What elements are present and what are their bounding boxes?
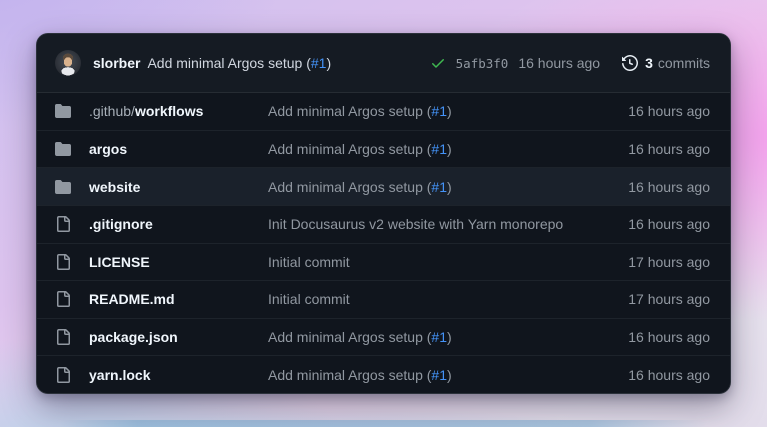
commit-hash[interactable]: 5afb3f0 (456, 56, 509, 71)
repo-file-browser: slorber Add minimal Argos setup (#1) 5af… (36, 33, 731, 394)
commits-count: 3 (645, 55, 653, 71)
file-name-text[interactable]: README.md (89, 291, 175, 307)
dir-name[interactable]: workflows (135, 103, 203, 119)
dir-prefix[interactable]: .github/ (89, 103, 135, 119)
row-msg-text: Initial commit (268, 254, 350, 270)
commits-label: commits (658, 55, 710, 71)
row-time: 16 hours ago (628, 329, 710, 345)
row-msg-close: ) (447, 329, 452, 345)
file-icon (55, 254, 71, 270)
file-icon (55, 329, 71, 345)
row-time: 16 hours ago (628, 367, 710, 383)
row-commit-message: Add minimal Argos setup (#1) (268, 103, 616, 119)
file-name[interactable]: website (89, 179, 268, 195)
row-commit-message: Initial commit (268, 291, 616, 307)
file-name[interactable]: argos (89, 141, 268, 157)
pr-link[interactable]: #1 (431, 179, 447, 195)
history-icon (622, 55, 638, 71)
file-name[interactable]: LICENSE (89, 254, 268, 270)
pr-link[interactable]: #1 (431, 103, 447, 119)
row-msg-close: ) (447, 367, 452, 383)
row-msg-close: ) (447, 141, 452, 157)
commit-message-close: ) (326, 55, 331, 71)
file-name[interactable]: .github/workflows (89, 103, 268, 119)
table-row-license[interactable]: LICENSE Initial commit 17 hours ago (37, 243, 730, 281)
row-msg-close: ) (447, 103, 452, 119)
pr-link[interactable]: #1 (431, 367, 447, 383)
file-table: .github/workflows Add minimal Argos setu… (37, 93, 730, 393)
row-msg-text: Add minimal Argos setup ( (268, 141, 431, 157)
row-time: 17 hours ago (628, 254, 710, 270)
table-row-yarn-lock[interactable]: yarn.lock Add minimal Argos setup (#1) 1… (37, 355, 730, 393)
row-commit-message: Add minimal Argos setup (#1) (268, 367, 616, 383)
file-name-text[interactable]: .gitignore (89, 216, 153, 232)
file-icon (55, 291, 71, 307)
check-icon (430, 55, 446, 71)
commit-message[interactable]: Add minimal Argos setup (#1) (147, 55, 331, 71)
commit-message-text: Add minimal Argos setup ( (147, 55, 310, 71)
pr-link[interactable]: #1 (431, 141, 447, 157)
pr-link[interactable]: #1 (431, 329, 447, 345)
table-row-workflows[interactable]: .github/workflows Add minimal Argos setu… (37, 93, 730, 130)
row-commit-message: Init Docusaurus v2 website with Yarn mon… (268, 216, 616, 232)
table-row-argos[interactable]: argos Add minimal Argos setup (#1) 16 ho… (37, 130, 730, 168)
commit-time: 16 hours ago (518, 55, 600, 71)
file-name-text[interactable]: package.json (89, 329, 178, 345)
row-commit-message: Add minimal Argos setup (#1) (268, 141, 616, 157)
commit-history-link[interactable]: 3 commits (622, 55, 710, 71)
folder-icon (55, 179, 71, 195)
file-name[interactable]: README.md (89, 291, 268, 307)
dir-name[interactable]: argos (89, 141, 127, 157)
dir-name[interactable]: website (89, 179, 140, 195)
row-msg-text: Init Docusaurus v2 website with Yarn mon… (268, 216, 563, 232)
file-name-text[interactable]: LICENSE (89, 254, 150, 270)
row-msg-text: Add minimal Argos setup ( (268, 103, 431, 119)
file-icon (55, 216, 71, 232)
table-row-readme[interactable]: README.md Initial commit 17 hours ago (37, 280, 730, 318)
row-msg-text: Add minimal Argos setup ( (268, 179, 431, 195)
row-time: 16 hours ago (628, 216, 710, 232)
commit-meta: 5afb3f0 16 hours ago 3 commits (430, 55, 710, 71)
table-row-website[interactable]: website Add minimal Argos setup (#1) 16 … (37, 167, 730, 205)
row-commit-message: Add minimal Argos setup (#1) (268, 329, 616, 345)
folder-icon (55, 141, 71, 157)
row-msg-text: Add minimal Argos setup ( (268, 329, 431, 345)
row-commit-message: Initial commit (268, 254, 616, 270)
latest-commit-bar: slorber Add minimal Argos setup (#1) 5af… (37, 34, 730, 93)
row-time: 17 hours ago (628, 291, 710, 307)
author-name[interactable]: slorber (93, 55, 140, 71)
table-row-package-json[interactable]: package.json Add minimal Argos setup (#1… (37, 318, 730, 356)
row-commit-message: Add minimal Argos setup (#1) (268, 179, 616, 195)
pr-link[interactable]: #1 (311, 55, 327, 71)
author-avatar[interactable] (55, 50, 81, 76)
table-row-gitignore[interactable]: .gitignore Init Docusaurus v2 website wi… (37, 205, 730, 243)
row-time: 16 hours ago (628, 179, 710, 195)
file-name-text[interactable]: yarn.lock (89, 367, 150, 383)
file-icon (55, 367, 71, 383)
folder-icon (55, 103, 71, 119)
row-msg-close: ) (447, 179, 452, 195)
row-msg-text: Initial commit (268, 291, 350, 307)
file-name[interactable]: yarn.lock (89, 367, 268, 383)
row-msg-text: Add minimal Argos setup ( (268, 367, 431, 383)
row-time: 16 hours ago (628, 103, 710, 119)
row-time: 16 hours ago (628, 141, 710, 157)
file-name[interactable]: .gitignore (89, 216, 268, 232)
background-glow (60, 420, 707, 427)
file-name[interactable]: package.json (89, 329, 268, 345)
